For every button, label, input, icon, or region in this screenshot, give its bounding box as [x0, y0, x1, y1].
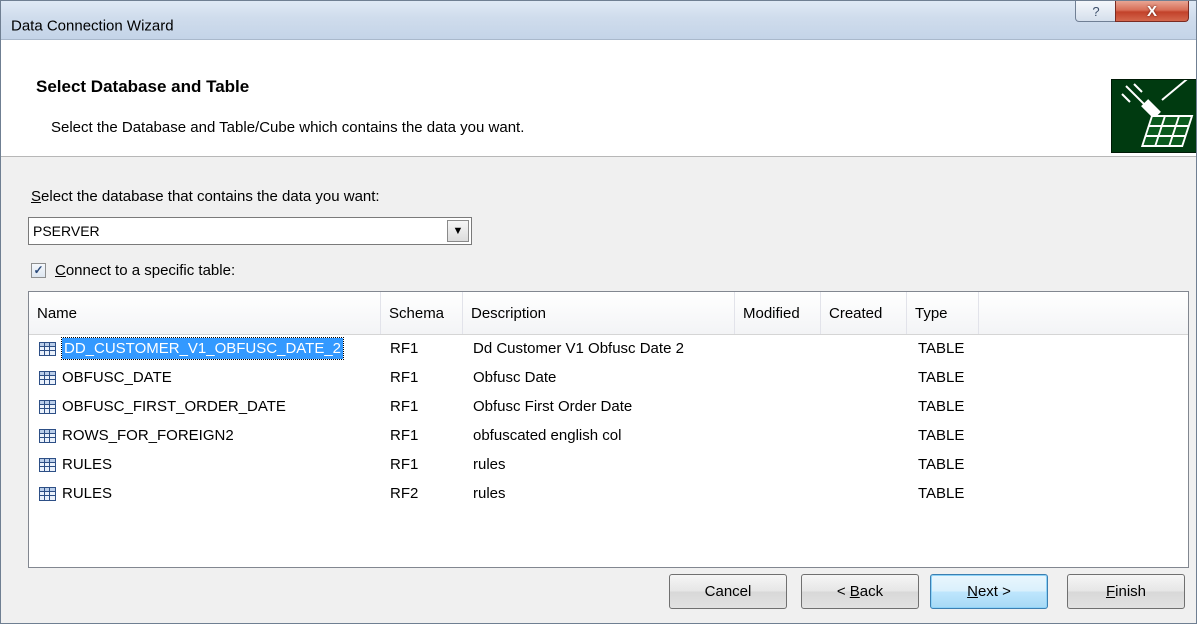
- table-icon: [39, 486, 56, 501]
- connect-specific-table-checkbox[interactable]: ✓: [31, 262, 46, 278]
- help-button[interactable]: ?: [1075, 1, 1117, 22]
- row-description: rules: [473, 485, 506, 502]
- row-name: RULES: [62, 485, 113, 502]
- row-name-cell: DD_CUSTOMER_V1_OBFUSC_DATE_2: [39, 334, 345, 363]
- help-icon: ?: [1092, 3, 1100, 19]
- table-row[interactable]: ROWS_FOR_FOREIGN2 RF1 obfuscated english…: [29, 421, 1188, 450]
- row-schema: RF1: [390, 427, 419, 444]
- table-icon: [39, 399, 56, 414]
- row-name: OBFUSC_FIRST_ORDER_DATE: [62, 398, 286, 415]
- database-select-value: PSERVER: [33, 223, 100, 239]
- table-row[interactable]: DD_CUSTOMER_V1_OBFUSC_DATE_2 RF1 Dd Cust…: [29, 334, 1188, 363]
- finish-label-text: inish: [1115, 583, 1147, 600]
- table-row[interactable]: RULES RF1 rules TABLE: [29, 450, 1188, 479]
- back-label-prefix: <: [836, 583, 850, 600]
- row-type: TABLE: [918, 485, 965, 502]
- cancel-button[interactable]: Cancel: [669, 574, 787, 609]
- table-list[interactable]: Name Schema Description Modified Created…: [28, 291, 1189, 568]
- table-header: Name Schema Description Modified Created…: [29, 292, 1188, 335]
- row-description: obfuscated english col: [473, 427, 622, 444]
- wizard-header: Select Database and Table Select the Dat…: [1, 40, 1196, 157]
- checkmark-icon: ✓: [33, 263, 44, 277]
- back-label: < Back: [837, 583, 883, 600]
- next-label-accel: N: [967, 583, 978, 600]
- table-icon: [39, 370, 56, 385]
- page-subtitle: Select the Database and Table/Cube which…: [51, 119, 525, 136]
- window-title: Data Connection Wizard: [11, 17, 174, 35]
- column-header-created[interactable]: Created: [821, 292, 907, 334]
- row-type: TABLE: [918, 369, 965, 386]
- row-schema: RF1: [390, 456, 419, 473]
- row-type: TABLE: [918, 340, 965, 357]
- row-name: DD_CUSTOMER_V1_OBFUSC_DATE_2: [60, 337, 345, 360]
- row-schema: RF1: [390, 340, 419, 357]
- next-label: Next >: [967, 583, 1011, 600]
- column-header-name[interactable]: Name: [29, 292, 381, 334]
- row-schema: RF1: [390, 398, 419, 415]
- connect-label-text: onnect to a specific table:: [65, 261, 236, 279]
- table-row[interactable]: RULES RF2 rules TABLE: [29, 479, 1188, 508]
- next-button[interactable]: Next >: [930, 574, 1048, 609]
- column-header-description[interactable]: Description: [463, 292, 735, 334]
- connect-label-accel: C: [55, 261, 66, 279]
- row-name-cell: RULES: [39, 479, 112, 508]
- data-connection-wizard-window: Data Connection Wizard ? X Select Databa…: [0, 0, 1197, 624]
- row-description: Obfusc First Order Date: [473, 398, 633, 415]
- row-type: TABLE: [918, 427, 965, 444]
- column-header-modified[interactable]: Modified: [735, 292, 821, 334]
- database-label-accel: S: [31, 188, 42, 205]
- cancel-label: Cancel: [704, 583, 752, 600]
- finish-label: Finish: [1106, 583, 1146, 600]
- back-label-accel: B: [849, 583, 860, 600]
- row-type: TABLE: [918, 456, 965, 473]
- close-button[interactable]: X: [1115, 1, 1189, 22]
- close-icon: X: [1146, 2, 1157, 20]
- chevron-down-icon: ▼: [452, 225, 464, 237]
- row-name-cell: ROWS_FOR_FOREIGN2: [39, 421, 234, 450]
- row-name-cell: OBFUSC_DATE: [39, 363, 172, 392]
- back-label-text: ack: [859, 583, 884, 600]
- table-icon: [39, 341, 56, 356]
- row-name: ROWS_FOR_FOREIGN2: [62, 427, 234, 444]
- next-label-text: ext >: [977, 583, 1011, 600]
- back-button[interactable]: < Back: [801, 574, 919, 609]
- plug-table-icon: [1111, 74, 1196, 153]
- row-type: TABLE: [918, 398, 965, 415]
- finish-label-accel: F: [1105, 583, 1116, 600]
- row-schema: RF1: [390, 369, 419, 386]
- row-name-cell: OBFUSC_FIRST_ORDER_DATE: [39, 392, 286, 421]
- row-name: RULES: [62, 456, 113, 473]
- column-header-type[interactable]: Type: [907, 292, 979, 334]
- row-name-cell: RULES: [39, 450, 112, 479]
- database-label-text: elect the database that contains the dat…: [41, 188, 380, 205]
- table-row[interactable]: OBFUSC_DATE RF1 Obfusc Date TABLE: [29, 363, 1188, 392]
- row-description: Dd Customer V1 Obfusc Date 2: [473, 340, 684, 357]
- table-icon: [39, 428, 56, 443]
- connect-specific-table-option[interactable]: ✓ Connect to a specific table:: [31, 259, 235, 281]
- connect-specific-table-label[interactable]: Connect to a specific table:: [55, 262, 235, 279]
- row-description: rules: [473, 456, 506, 473]
- finish-button[interactable]: Finish: [1067, 574, 1185, 609]
- row-description: Obfusc Date: [473, 369, 557, 386]
- dropdown-arrow-button[interactable]: ▼: [447, 220, 469, 242]
- database-label: Select the database that contains the da…: [31, 188, 380, 205]
- row-name: OBFUSC_DATE: [62, 369, 172, 386]
- row-schema: RF2: [390, 485, 419, 502]
- column-header-schema[interactable]: Schema: [381, 292, 463, 334]
- title-bar[interactable]: Data Connection Wizard ? X: [1, 1, 1196, 40]
- database-select[interactable]: PSERVER ▼: [28, 217, 472, 245]
- table-row[interactable]: OBFUSC_FIRST_ORDER_DATE RF1 Obfusc First…: [29, 392, 1188, 421]
- table-icon: [39, 457, 56, 472]
- page-title: Select Database and Table: [36, 77, 250, 96]
